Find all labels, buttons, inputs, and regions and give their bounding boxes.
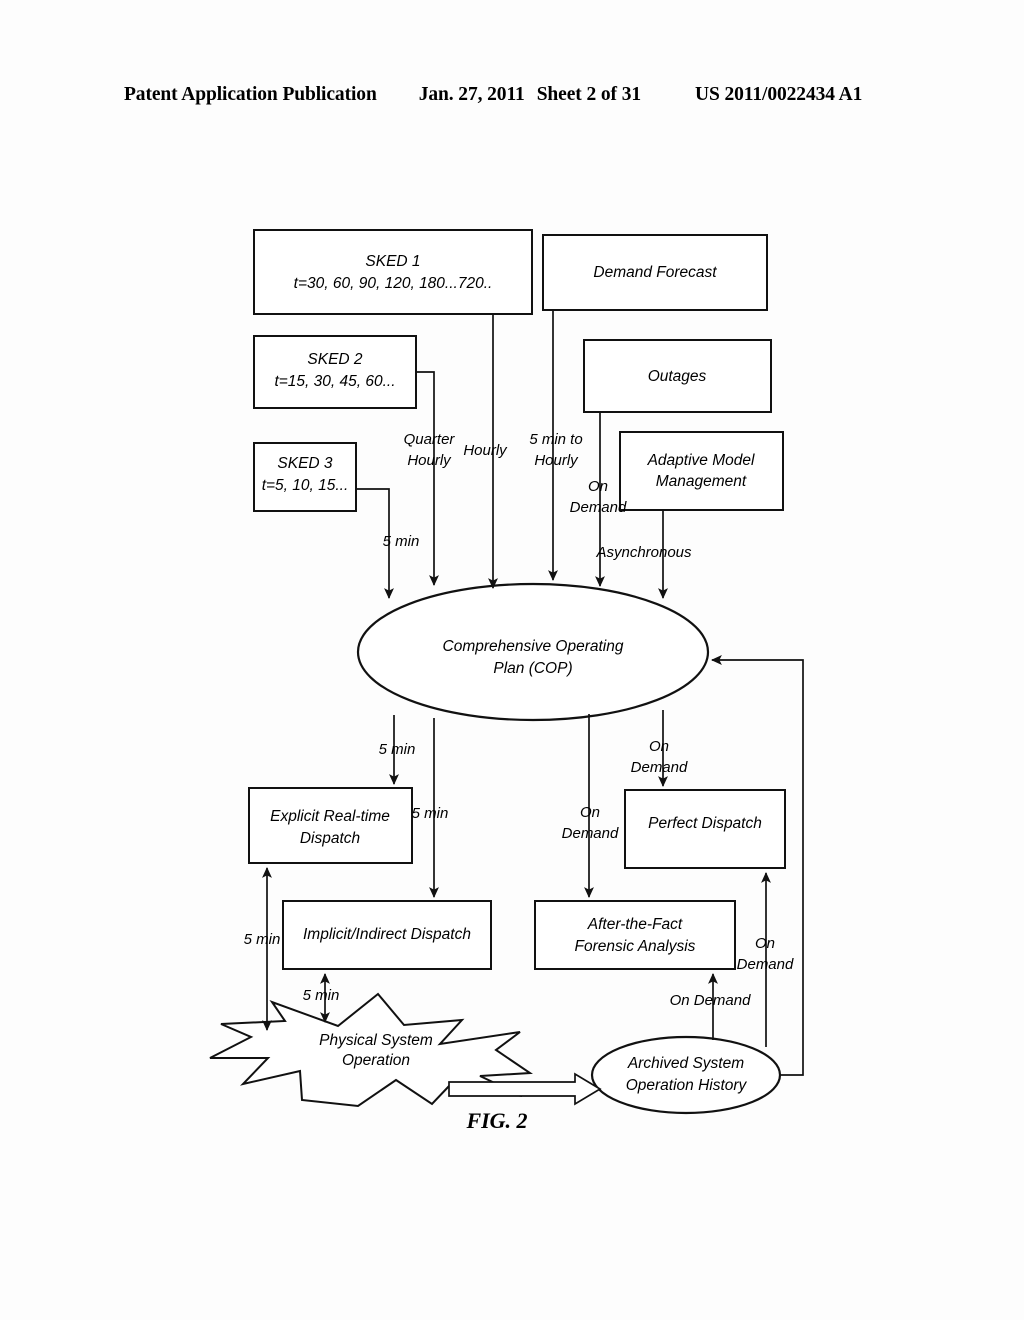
edge-cop-to-perfect-dispatch: On Demand xyxy=(631,710,688,787)
node-sked-2-title: SKED 2 xyxy=(307,351,363,368)
node-perfect-dispatch-label: Perfect Dispatch xyxy=(648,815,762,832)
node-sked-1-title: SKED 1 xyxy=(365,253,420,270)
edge-cop-to-explicit-dispatch: 5 min xyxy=(379,715,416,785)
node-sked-2-detail: t=15, 30, 45, 60... xyxy=(274,373,395,390)
figure-caption: FIG. 2 xyxy=(465,1108,527,1133)
edge-label-cop-to-forensic-line2: Demand xyxy=(562,825,619,842)
node-cop-line2: Plan (COP) xyxy=(493,660,572,677)
edge-label-physical-to-explicit: 5 min xyxy=(244,931,281,948)
node-forensic-line1: After-the-Fact xyxy=(587,916,683,933)
node-sked-3: SKED 3 t=5, 10, 15... xyxy=(253,442,357,512)
edge-label-outages-to-cop-line2: Demand xyxy=(570,499,627,516)
edge-archive-to-perfect-dispatch: On Demand xyxy=(737,872,794,1047)
node-implicit-indirect-dispatch: Implicit/Indirect Dispatch xyxy=(282,900,492,970)
edge-adaptive-to-cop: Asynchronous xyxy=(595,510,692,599)
node-sked-3-title: SKED 3 xyxy=(277,455,333,472)
edge-label-outages-to-cop-line1: On xyxy=(588,478,608,495)
edge-label-cop-to-perfect-line2: Demand xyxy=(631,759,688,776)
edge-label-cop-to-implicit: 5 min xyxy=(412,805,449,822)
node-sked-2: SKED 2 t=15, 30, 45, 60... xyxy=(253,335,417,409)
node-outages: Outages xyxy=(583,339,772,413)
node-after-the-fact-forensic-analysis: After-the-Fact Forensic Analysis xyxy=(534,900,736,970)
edge-sked3-to-cop: 5 min xyxy=(356,488,420,599)
edge-label-adaptive-to-cop: Asynchronous xyxy=(595,544,692,561)
edge-cop-to-forensic-analysis: On Demand xyxy=(562,714,619,898)
edge-label-cop-to-forensic-line1: On xyxy=(580,804,600,821)
node-cop-line1: Comprehensive Operating xyxy=(443,638,624,655)
edge-label-archive-to-perfect-line2: Demand xyxy=(737,956,794,973)
node-archived-system-operation-history: Archived System Operation History xyxy=(590,1035,782,1115)
edge-label-implicit-to-physical: 5 min xyxy=(303,987,340,1004)
node-sked-1: SKED 1 t=30, 60, 90, 120, 180...720.. xyxy=(253,229,533,315)
edge-label-cop-to-explicit: 5 min xyxy=(379,741,416,758)
node-adaptive-model-line1: Adaptive Model xyxy=(647,452,755,469)
node-physical-system-line2: Operation xyxy=(342,1052,410,1069)
node-explicit-realtime-dispatch: Explicit Real-time Dispatch xyxy=(248,787,413,864)
edge-label-sked3-to-cop: 5 min xyxy=(383,533,420,550)
edge-label-sked1-to-cop: Hourly xyxy=(463,442,508,459)
node-sked-3-detail: t=5, 10, 15... xyxy=(262,477,349,494)
node-adaptive-model-management: Adaptive Model Management xyxy=(619,431,784,511)
node-outages-label: Outages xyxy=(648,368,707,385)
edge-label-sked2-to-cop-line1: Quarter xyxy=(404,431,456,448)
node-forensic-line2: Forensic Analysis xyxy=(575,938,696,955)
edge-label-archive-to-perfect-line1: On xyxy=(755,935,775,952)
node-adaptive-model-line2: Management xyxy=(656,473,747,490)
edge-label-archive-to-forensic: On Demand xyxy=(670,992,752,1009)
edge-label-sked2-to-cop-line2: Hourly xyxy=(407,452,452,469)
node-demand-forecast-label: Demand Forecast xyxy=(593,264,717,281)
node-sked-1-detail: t=30, 60, 90, 120, 180...720.. xyxy=(294,275,493,292)
node-comprehensive-operating-plan: Comprehensive Operating Plan (COP) xyxy=(356,582,710,722)
edge-cop-to-implicit-dispatch: 5 min xyxy=(412,718,449,898)
edge-label-forecast-to-cop-line2: Hourly xyxy=(534,452,579,469)
edge-sked1-to-cop: Hourly xyxy=(463,314,508,589)
edge-label-forecast-to-cop-line1: 5 min to xyxy=(529,431,582,448)
node-perfect-dispatch: Perfect Dispatch xyxy=(624,789,786,869)
figure-2-diagram: SKED 1 t=30, 60, 90, 120, 180...720.. De… xyxy=(0,0,1024,1320)
node-explicit-dispatch-line1: Explicit Real-time xyxy=(270,808,390,825)
edge-archive-to-forensic: On Demand xyxy=(670,973,752,1040)
node-explicit-dispatch-line2: Dispatch xyxy=(300,830,360,847)
node-archive-line2: Operation History xyxy=(626,1077,748,1094)
node-physical-system-line1: Physical System xyxy=(319,1032,433,1049)
patent-page: Patent Application Publication Jan. 27, … xyxy=(0,0,1024,1320)
edge-label-cop-to-perfect-line1: On xyxy=(649,738,669,755)
node-demand-forecast: Demand Forecast xyxy=(542,234,768,311)
node-archive-line1: Archived System xyxy=(627,1055,744,1072)
node-implicit-dispatch-label: Implicit/Indirect Dispatch xyxy=(303,926,471,943)
edge-demand-forecast-to-cop: 5 min to Hourly xyxy=(529,310,583,581)
